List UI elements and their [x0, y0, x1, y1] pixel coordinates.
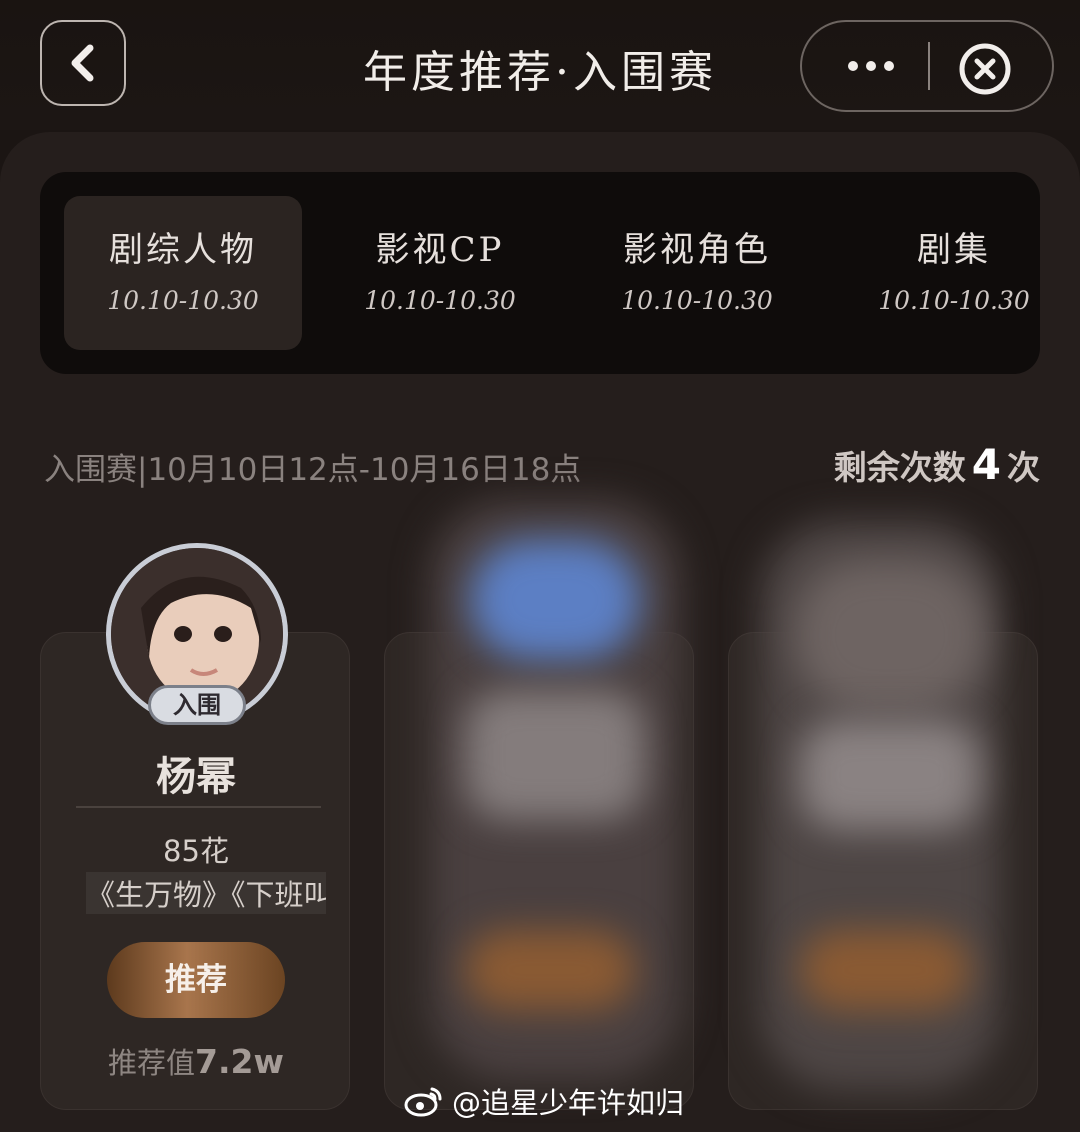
category-tab-bar: 剧综人物 10.10-10.30 影视CP 10.10-10.30 影视角色 1…	[40, 172, 1040, 374]
tab-date: 10.10-10.30	[878, 286, 1030, 315]
tab-date: 10.10-10.30	[107, 286, 259, 315]
weibo-logo-icon	[404, 1087, 442, 1117]
remaining-label: 剩余次数	[833, 448, 966, 487]
tab-film-tv-role[interactable]: 影视角色 10.10-10.30	[578, 196, 816, 350]
tab-drama-variety-person[interactable]: 剧综人物 10.10-10.30	[64, 196, 302, 350]
close-circle-icon	[959, 43, 1011, 95]
recommend-button[interactable]: 推荐	[107, 942, 285, 1018]
blur-avatar	[470, 540, 640, 660]
tab-drama-series[interactable]: 剧集 10.10-10.30	[835, 196, 1073, 350]
blur-button	[465, 930, 635, 1010]
page-title: 年度推荐·入围赛	[363, 47, 717, 98]
remaining-unit: 次	[1007, 448, 1040, 487]
more-dots-icon	[848, 61, 894, 71]
remaining-votes: 剩余次数 4 次	[834, 440, 1040, 489]
top-bar: 年度推荐·入围赛	[0, 0, 1080, 130]
tab-date: 10.10-10.30	[364, 286, 516, 315]
capsule-divider	[928, 42, 930, 90]
tab-date: 10.10-10.30	[621, 286, 773, 315]
score-label: 推荐值	[108, 1046, 196, 1080]
tab-film-tv-cp[interactable]: 影视CP 10.10-10.30	[321, 196, 559, 350]
watermark-text: @追星少年许如归	[452, 1086, 685, 1120]
tab-label: 剧集	[917, 230, 991, 270]
blur-name	[800, 720, 980, 830]
blur-button	[800, 930, 970, 1010]
mini-program-capsule	[800, 20, 1054, 112]
score-value: 7.2w	[195, 1042, 284, 1081]
finalist-badge: 入围	[148, 685, 246, 725]
card-divider	[76, 806, 321, 808]
remaining-count: 4	[971, 440, 1001, 489]
back-button[interactable]	[40, 20, 126, 106]
tab-label: 影视角色	[623, 230, 771, 270]
blur-avatar	[795, 560, 985, 710]
weibo-watermark: @追星少年许如归	[404, 1080, 684, 1122]
blur-name	[465, 690, 645, 820]
tab-label: 剧综人物	[109, 230, 257, 270]
chevron-left-icon	[71, 44, 94, 82]
candidate-name: 杨幂	[156, 754, 236, 800]
tab-label: 影视CP	[375, 230, 505, 270]
candidate-works: 《生万物》《下班叫	[86, 872, 326, 914]
candidate-tagline: 85花	[163, 834, 229, 868]
round-schedule: 入围赛|10月10日12点-10月16日18点	[44, 452, 582, 488]
more-button[interactable]	[816, 30, 926, 102]
close-button[interactable]	[950, 34, 1020, 104]
recommend-score: 推荐值7.2w	[40, 1040, 352, 1082]
